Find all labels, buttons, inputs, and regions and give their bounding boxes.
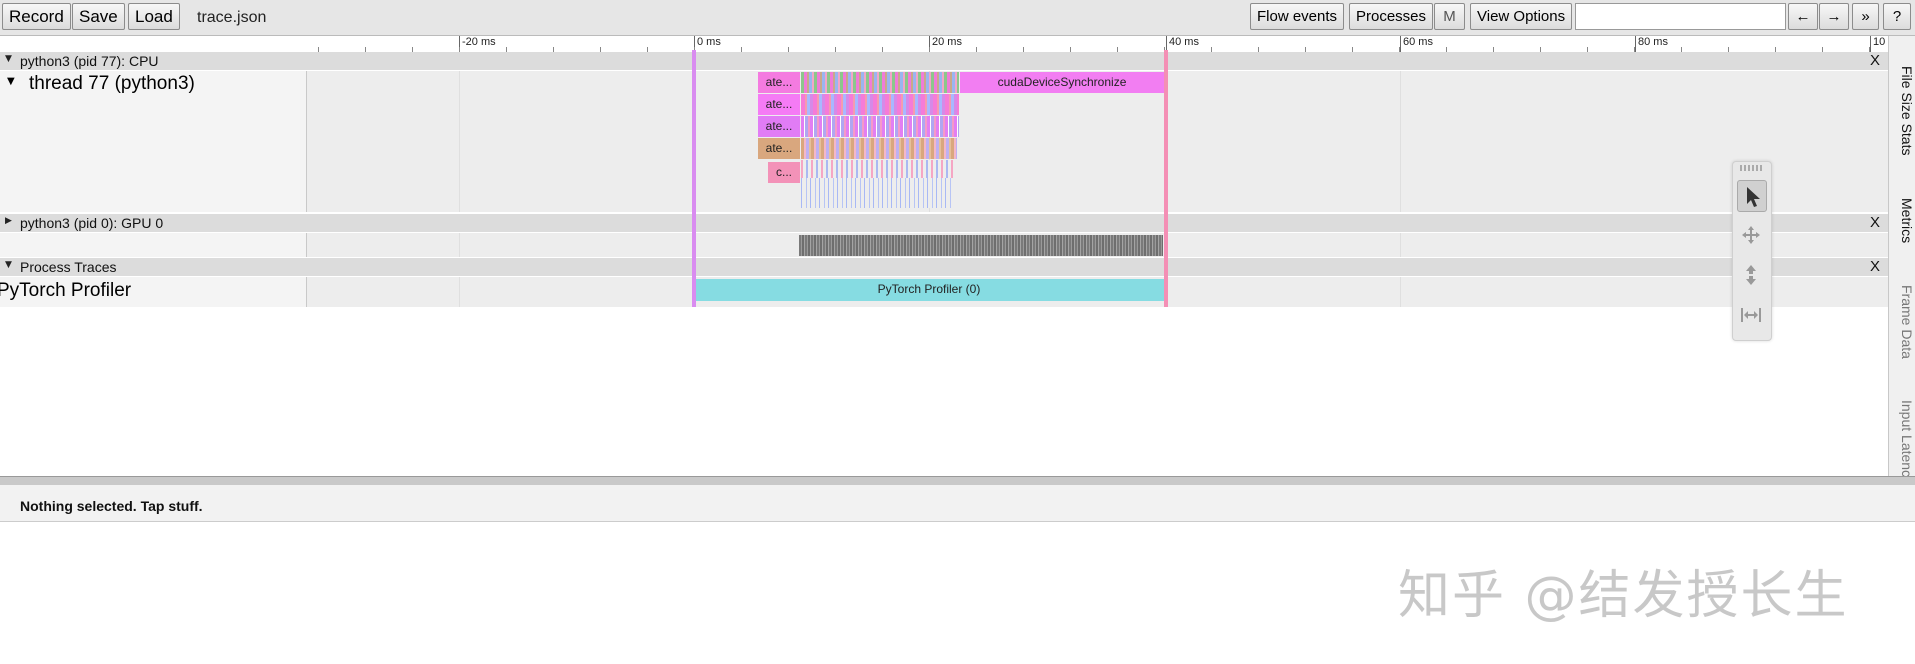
gpu-kernels[interactable] — [799, 235, 1163, 256]
thread-label-cell: ▼ thread 77 (python3) — [0, 71, 307, 212]
dense-slices-row-4[interactable] — [801, 138, 957, 159]
mouse-mode-selector[interactable] — [1732, 161, 1772, 341]
range-marker-end[interactable] — [1164, 50, 1168, 307]
processes-button[interactable]: Processes — [1349, 3, 1434, 30]
next-result-button[interactable]: → — [1819, 3, 1849, 30]
ruler-tick-label: 40 ms — [1169, 36, 1199, 48]
pytorch-profiler-slice[interactable]: PyTorch Profiler (0) — [694, 279, 1164, 301]
gpu-label-cell — [0, 233, 307, 257]
grid-line — [1400, 71, 1401, 212]
selection-mode-button[interactable] — [1737, 180, 1767, 212]
pan-arrows-icon — [1742, 226, 1760, 244]
ruler-tick-label: 60 ms — [1403, 36, 1433, 48]
dense-slices-row-3[interactable] — [801, 116, 959, 137]
grid-line — [1400, 277, 1401, 307]
grid-line — [459, 233, 460, 257]
help-button[interactable]: ? — [1883, 3, 1911, 30]
process-title: Process Traces — [20, 259, 117, 275]
close-process-button[interactable]: X — [1870, 214, 1880, 231]
aten-slice[interactable]: ate... — [758, 116, 800, 137]
collapse-triangle-icon[interactable]: ▼ — [7, 76, 15, 87]
ruler-tick-label: 20 ms — [932, 36, 962, 48]
ruler-tick-label: 0 ms — [697, 36, 721, 48]
grid-line — [459, 277, 460, 307]
analysis-view: Nothing selected. Tap stuff. — [0, 485, 1915, 522]
ruler-major-tick — [1870, 36, 1871, 52]
ruler-tick-label: 80 ms — [1638, 36, 1668, 48]
thread-name: thread 77 (python3) — [29, 73, 195, 94]
cuda-device-synchronize-slice[interactable]: cudaDeviceSynchronize — [960, 72, 1164, 93]
view-options-button[interactable]: View Options — [1470, 3, 1573, 30]
dense-slices-row-1[interactable] — [801, 72, 959, 93]
drag-handle[interactable] — [1740, 165, 1764, 171]
record-button[interactable]: Record — [2, 3, 71, 30]
tab-frame-data[interactable]: Frame Data — [1891, 285, 1915, 359]
profiler-track-name: PyTorch Profiler — [0, 280, 132, 301]
profiler-label-cell: PyTorch Profiler — [0, 277, 307, 307]
file-name: trace.json — [197, 9, 267, 26]
more-button[interactable]: » — [1852, 3, 1879, 30]
search-input[interactable] — [1575, 3, 1786, 30]
process-header-gpu[interactable]: ▶ python3 (pid 0): GPU 0 X — [0, 214, 1888, 232]
zoom-arrows-icon — [1746, 265, 1756, 285]
range-marker-start[interactable] — [692, 50, 696, 307]
ruler-tick-label: -20 ms — [462, 36, 496, 48]
timing-range-icon — [1741, 308, 1761, 322]
tab-input-latency[interactable]: Input Latency — [1891, 400, 1915, 484]
cursor-arrow-icon — [1747, 187, 1760, 207]
flow-events-button[interactable]: Flow events — [1250, 3, 1345, 30]
aten-slice[interactable]: ate... — [758, 94, 800, 115]
aten-slice[interactable]: c... — [768, 162, 800, 183]
zoom-mode-button[interactable] — [1737, 260, 1767, 292]
dense-slices-row-6[interactable] — [801, 178, 951, 208]
ruler-tick-label: 10 — [1873, 36, 1886, 48]
thread-track-77[interactable]: ▼ thread 77 (python3) ate... ate... ate.… — [0, 71, 1888, 212]
tab-file-size-stats[interactable]: File Size Stats — [1891, 66, 1915, 155]
collapse-triangle-icon[interactable]: ▼ — [5, 260, 12, 270]
ruler-major-tick — [1400, 36, 1401, 52]
profiler-track[interactable]: PyTorch Profiler PyTorch Profiler (0) — [0, 277, 1888, 307]
side-panel: File Size Stats Metrics Frame Data Input… — [1888, 36, 1915, 484]
tab-metrics[interactable]: Metrics — [1891, 198, 1915, 243]
close-process-button[interactable]: X — [1870, 52, 1880, 69]
close-process-button[interactable]: X — [1870, 258, 1880, 275]
gpu-track[interactable] — [0, 233, 1888, 257]
process-title: python3 (pid 0): GPU 0 — [20, 215, 164, 231]
save-button[interactable]: Save — [72, 3, 125, 30]
selection-message: Nothing selected. Tap stuff. — [20, 498, 203, 514]
collapse-triangle-icon[interactable]: ▼ — [5, 54, 12, 64]
process-header-cpu[interactable]: ▼ python3 (pid 77): CPU X — [0, 52, 1888, 70]
time-ruler[interactable]: -20 ms 0 ms 20 ms 40 ms 60 ms 80 ms 10 — [308, 36, 1888, 53]
process-title: python3 (pid 77): CPU — [20, 53, 159, 69]
dense-slices-row-5[interactable] — [801, 160, 953, 178]
timing-mode-button[interactable] — [1737, 300, 1767, 332]
expand-triangle-icon[interactable]: ▶ — [5, 216, 12, 226]
load-button[interactable]: Load — [128, 3, 180, 30]
pan-mode-button[interactable] — [1737, 220, 1767, 252]
grid-line — [459, 71, 460, 212]
dense-slices-row-2[interactable] — [801, 94, 959, 115]
grid-line — [1400, 233, 1401, 257]
toolbar: Record Save Load trace.json Flow events … — [0, 0, 1915, 36]
aten-slice[interactable]: ate... — [758, 72, 800, 93]
ruler-major-tick — [1635, 36, 1636, 52]
watermark-text: 知乎 @结发授长生 — [1398, 566, 1849, 626]
aten-slice[interactable]: ate... — [758, 138, 800, 159]
m-button[interactable]: M — [1434, 3, 1465, 30]
prev-result-button[interactable]: ← — [1788, 3, 1818, 30]
process-header-traces[interactable]: ▼ Process Traces X — [0, 258, 1888, 276]
